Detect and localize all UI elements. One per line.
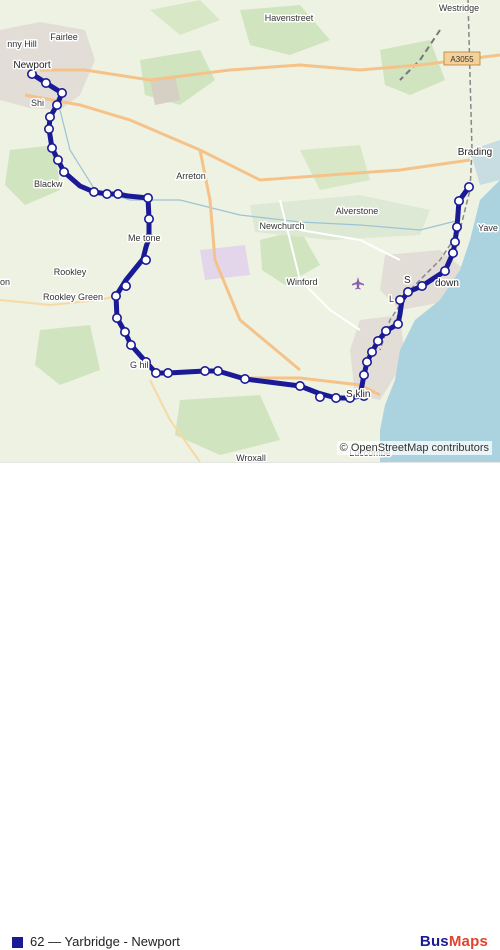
route-stop-marker[interactable] [240, 373, 251, 384]
map-canvas: A3055 Newport nny Hill Fairlee Havenstre… [0, 0, 500, 462]
route-stop-marker[interactable] [358, 369, 369, 380]
route-stop-marker[interactable] [40, 78, 51, 89]
road-ref-label: A3055 [450, 55, 474, 64]
route-stop-marker[interactable] [113, 189, 124, 200]
route-stop-marker[interactable] [143, 193, 154, 204]
place-brading: Brading [458, 147, 492, 158]
route-stop-marker[interactable] [449, 237, 460, 248]
map-view[interactable]: A3055 Newport nny Hill Fairlee Havenstre… [0, 0, 500, 462]
route-stop-marker[interactable] [394, 294, 405, 305]
route-stop-marker[interactable] [120, 326, 131, 337]
route-stop-marker[interactable] [392, 318, 403, 329]
route-stop-marker[interactable] [51, 100, 62, 111]
route-stop-marker[interactable] [111, 290, 122, 301]
place-westridge: Westridge [439, 3, 479, 13]
place-blackwater: Blackw [34, 179, 63, 189]
route-stop-marker[interactable] [402, 286, 413, 297]
route-stop-marker[interactable] [439, 265, 450, 276]
place-godshill: G hil [130, 360, 149, 370]
road-ref-shield: A3055 [443, 51, 481, 66]
route-stop-marker[interactable] [330, 392, 341, 403]
route-stop-marker[interactable] [200, 365, 211, 376]
place-nny-hill: nny Hill [7, 39, 37, 49]
place-havenstreet: Havenstreet [265, 13, 314, 23]
brand-maps: Maps [448, 933, 488, 950]
place-sandown-s: S [404, 275, 411, 286]
route-stop-marker[interactable] [451, 222, 462, 233]
place-yaverland: Yave [478, 223, 498, 233]
route-stop-marker[interactable] [151, 367, 162, 378]
place-wroxall: Wroxall [236, 453, 266, 462]
route-stop-marker[interactable] [56, 88, 67, 99]
route-stop-marker[interactable] [141, 255, 152, 266]
route-stop-marker[interactable] [163, 367, 174, 378]
place-edge-on: on [0, 277, 10, 287]
route-stop-marker[interactable] [126, 339, 137, 350]
route-stop-marker[interactable] [43, 124, 54, 135]
place-rookley: Rookley [54, 267, 87, 277]
place-winford: Winford [286, 277, 317, 287]
route-stop-marker[interactable] [463, 182, 474, 193]
route-stop-marker[interactable] [372, 335, 383, 346]
route-color-swatch [12, 937, 23, 948]
route-stop-marker[interactable] [112, 312, 123, 323]
route-stop-marker[interactable] [453, 196, 464, 207]
route-stop-marker[interactable] [58, 167, 69, 178]
place-merstone: Me tone [128, 233, 161, 243]
place-shide: Shi [31, 98, 44, 108]
place-shanklin: S klin [346, 389, 370, 400]
route-stop-marker[interactable] [52, 155, 63, 166]
route-stop-marker[interactable] [44, 112, 55, 123]
quarry-area [200, 245, 250, 280]
route-stop-marker[interactable] [46, 143, 57, 154]
route-stop-marker[interactable] [447, 248, 458, 259]
place-fairlee: Fairlee [50, 32, 78, 42]
route-stop-marker[interactable] [380, 325, 391, 336]
route-stop-marker[interactable] [144, 214, 155, 225]
place-alverstone: Alverstone [336, 206, 379, 216]
route-stop-marker[interactable] [416, 280, 427, 291]
map-attribution[interactable]: © OpenStreetMap contributors [336, 441, 492, 455]
route-stop-marker[interactable] [294, 380, 305, 391]
route-stop-marker[interactable] [102, 189, 113, 200]
place-rookley-green: Rookley Green [43, 292, 103, 302]
place-lake: L [389, 294, 394, 304]
place-newport: Newport [13, 60, 50, 71]
route-stop-marker[interactable] [89, 187, 100, 198]
place-newchurch: Newchurch [259, 221, 304, 231]
place-sandown-town: down [435, 278, 459, 289]
busmaps-logo[interactable]: BusMaps [420, 933, 488, 950]
route-stop-marker[interactable] [314, 391, 325, 402]
route-stop-marker[interactable] [26, 69, 37, 80]
route-stop-marker[interactable] [213, 365, 224, 376]
route-stop-marker[interactable] [366, 346, 377, 357]
route-stop-marker[interactable] [361, 356, 372, 367]
brand-bus: Bus [419, 933, 449, 950]
place-arreton: Arreton [176, 171, 206, 181]
route-label: 62 — Yarbridge - Newport [30, 934, 180, 949]
route-stop-marker[interactable] [121, 280, 132, 291]
legend-footer: 62 — Yarbridge - Newport BusMaps [0, 462, 500, 950]
